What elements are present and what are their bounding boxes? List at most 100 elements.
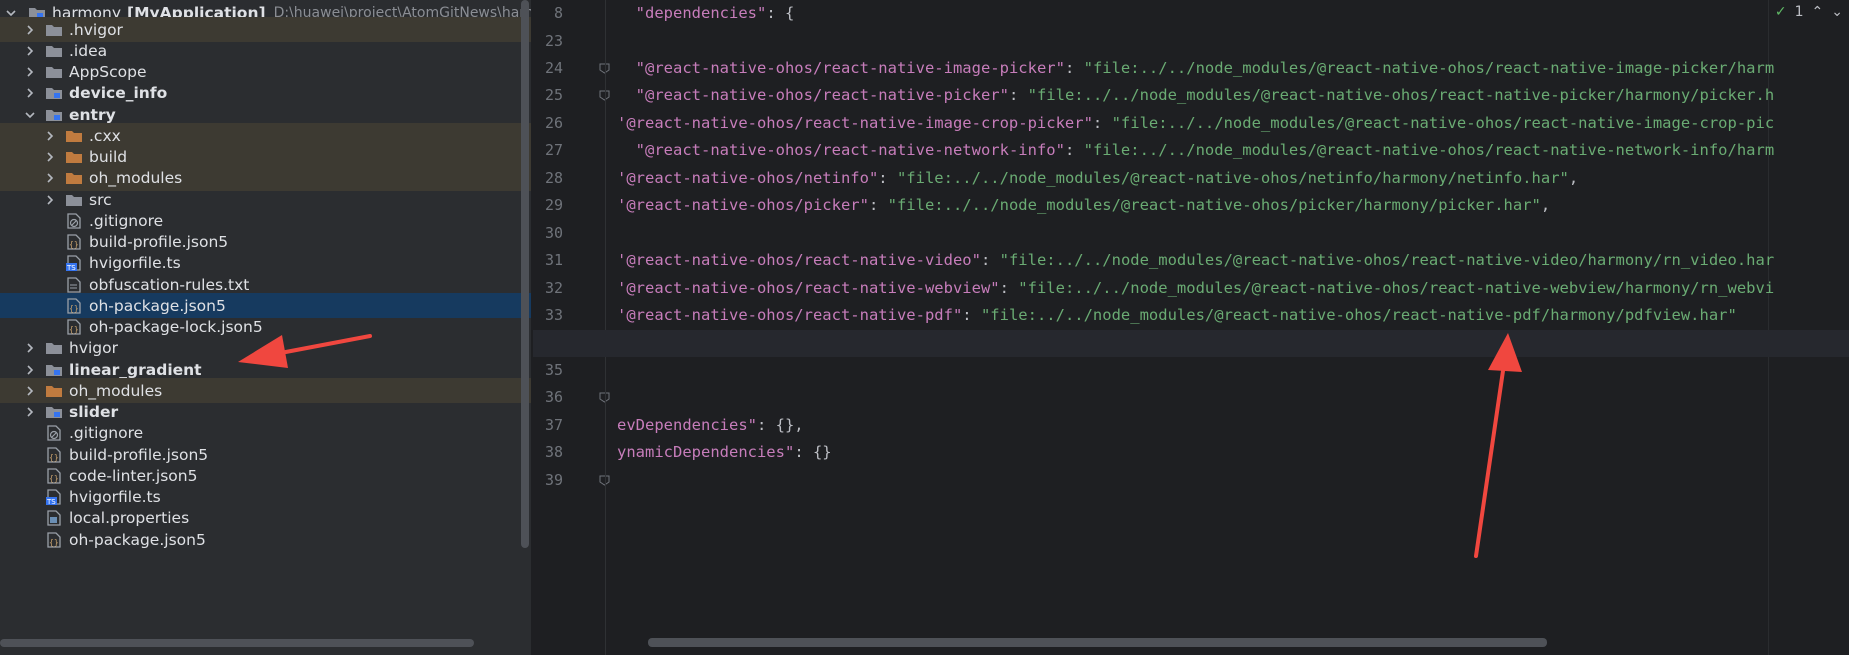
chevron-right-icon[interactable] <box>43 150 57 164</box>
chevron-right-icon[interactable] <box>43 193 57 207</box>
tree-item-label: code-linter.json5 <box>69 466 198 485</box>
json-string: "file:../../node_modules/@react-native-o… <box>1111 114 1775 132</box>
folder-icon <box>45 340 63 356</box>
json-key: '@react-native-ohos/react-native-webview… <box>617 279 1000 297</box>
json-punctuation: : <box>962 306 981 324</box>
inspection-status[interactable]: ✓ 1 ⌃ ⌄ <box>1775 4 1843 20</box>
json-punctuation: : <box>1064 59 1084 77</box>
tree-item-label: .hvigor <box>69 20 123 39</box>
chevron-right-icon[interactable] <box>23 384 37 398</box>
json-key: "dependencies" <box>635 4 767 22</box>
code-text: "dependencies": { <box>617 0 795 27</box>
chevron-up-icon[interactable]: ⌃ <box>1812 4 1824 20</box>
svg-text:{}: {} <box>69 240 79 249</box>
tree-horizontal-scrollbar[interactable] <box>0 639 474 647</box>
tree-item-label: .gitignore <box>69 424 144 443</box>
code-text: evDependencies": {}, <box>617 412 804 439</box>
code-text: '@react-native-ohos/react-native-video":… <box>617 247 1774 274</box>
chevron-right-icon[interactable] <box>23 405 37 419</box>
chevron-right-icon[interactable] <box>23 23 37 37</box>
code-line[interactable] <box>533 467 1849 494</box>
json-key: ynamicDependencies" <box>617 443 795 461</box>
code-text: '@react-native-ohos/picker": "file:../..… <box>617 192 1550 219</box>
chevron-down-icon[interactable] <box>23 108 37 122</box>
json-punctuation <box>617 4 636 22</box>
code-line[interactable]: '@react-native-ohos/picker": "file:../..… <box>533 192 1849 219</box>
excluded-folder-icon <box>65 170 83 186</box>
text-file-icon <box>65 276 83 293</box>
code-line[interactable]: "dependencies": { <box>533 0 1849 27</box>
check-icon: ✓ <box>1774 4 1787 20</box>
tree-item-label: slider <box>69 403 119 421</box>
code-editor[interactable]: 82324252627282930313233343536373839 "dep… <box>533 0 1849 655</box>
tree-item-label: obfuscation-rules.txt <box>89 275 250 294</box>
chevron-right-icon[interactable] <box>23 65 37 79</box>
code-line[interactable]: '@react-native-ohos/react-native-webview… <box>533 275 1849 302</box>
code-line[interactable] <box>533 357 1849 384</box>
excluded-folder-icon <box>65 128 83 144</box>
code-line[interactable]: evDependencies": {}, <box>533 412 1849 439</box>
gitignore-file-icon <box>45 425 63 441</box>
project-tree[interactable]: harmony [MyApplication] D:\huawei\projec… <box>0 0 531 655</box>
module-folder-icon <box>45 362 63 378</box>
json-file-icon: {} <box>45 468 63 484</box>
tree-item-label: entry <box>69 105 116 124</box>
folder-icon <box>45 43 63 59</box>
code-line[interactable]: ynamicDependencies": {} <box>533 439 1849 466</box>
json-key: '@react-native-ohos/netinfo" <box>617 169 879 187</box>
code-line[interactable]: '@react-native-ohos/react-native-pdf": "… <box>533 302 1849 329</box>
tree-item-label: hvigorfile.ts <box>89 254 181 273</box>
code-line[interactable]: '@react-native-ohos/react-native-video":… <box>533 247 1849 274</box>
json-punctuation: : <box>1092 114 1112 132</box>
json-file-icon: {} <box>45 446 63 463</box>
code-line[interactable]: '@react-native-ohos/netinfo": "file:../.… <box>533 165 1849 192</box>
json-string: "file:../../node_modules/@react-native-o… <box>999 251 1775 269</box>
code-text: '@react-native-ohos/react-native-pdf": "… <box>617 302 1737 329</box>
json-punctuation: : { <box>766 4 795 22</box>
tree-item-label: oh-package.json5 <box>69 530 206 549</box>
code-line[interactable]: '@react-native-ohos/react-native-image-c… <box>533 110 1849 137</box>
chevron-down-icon[interactable]: ⌄ <box>1831 4 1843 20</box>
chevron-right-icon[interactable] <box>43 129 57 143</box>
json-key: "@react-native-ohos/react-native-image-p… <box>635 59 1065 77</box>
json-key: "@react-native-ohos/react-native-picker" <box>635 86 1009 104</box>
chevron-right-icon[interactable] <box>43 171 57 185</box>
tree-item-label: .gitignore <box>89 211 164 230</box>
code-text: "@react-native-ohos/react-native-picker"… <box>617 82 1775 109</box>
editor-horizontal-scrollbar[interactable] <box>648 638 1547 647</box>
json-string: "file:../../node_modules/@react-native-o… <box>896 169 1569 187</box>
tree-item-label: oh-package-lock.json5 <box>89 318 263 336</box>
chevron-right-icon[interactable] <box>23 363 37 377</box>
json-string: "file:../../node_modules/@react-native-o… <box>1027 86 1775 104</box>
code-line[interactable] <box>533 384 1849 411</box>
code-line[interactable]: "@react-native-ohos/react-native-picker"… <box>533 82 1849 109</box>
code-line[interactable] <box>533 220 1849 247</box>
json-key: "@react-native-ohos/react-native-network… <box>635 141 1065 159</box>
tree-item-label: AppScope <box>69 63 147 81</box>
problems-count: 1 <box>1794 4 1804 20</box>
tree-item-label: hvigorfile.ts <box>69 488 161 506</box>
json-punctuation: : {} <box>794 443 832 461</box>
tree-item-label: .idea <box>69 41 108 60</box>
code-line[interactable] <box>533 330 1849 357</box>
chevron-right-icon[interactable] <box>23 44 37 58</box>
code-text: '@react-native-ohos/netinfo": "file:../.… <box>617 165 1578 192</box>
code-line[interactable]: "@react-native-ohos/react-native-image-p… <box>533 55 1849 82</box>
json-punctuation: : {}, <box>756 416 804 434</box>
svg-text:{}: {} <box>49 453 59 462</box>
svg-text:TS: TS <box>46 498 56 505</box>
tree-item[interactable]: {} oh-package.json5 <box>0 527 531 552</box>
properties-file-icon <box>45 510 63 526</box>
chevron-right-icon[interactable] <box>23 341 37 355</box>
tree-vertical-scrollbar[interactable] <box>521 0 529 548</box>
code-line[interactable] <box>533 28 1849 55</box>
chevron-right-icon[interactable] <box>23 86 37 100</box>
tree-item-label: oh-package.json5 <box>89 296 226 315</box>
code-line[interactable]: "@react-native-ohos/react-native-network… <box>533 137 1849 164</box>
